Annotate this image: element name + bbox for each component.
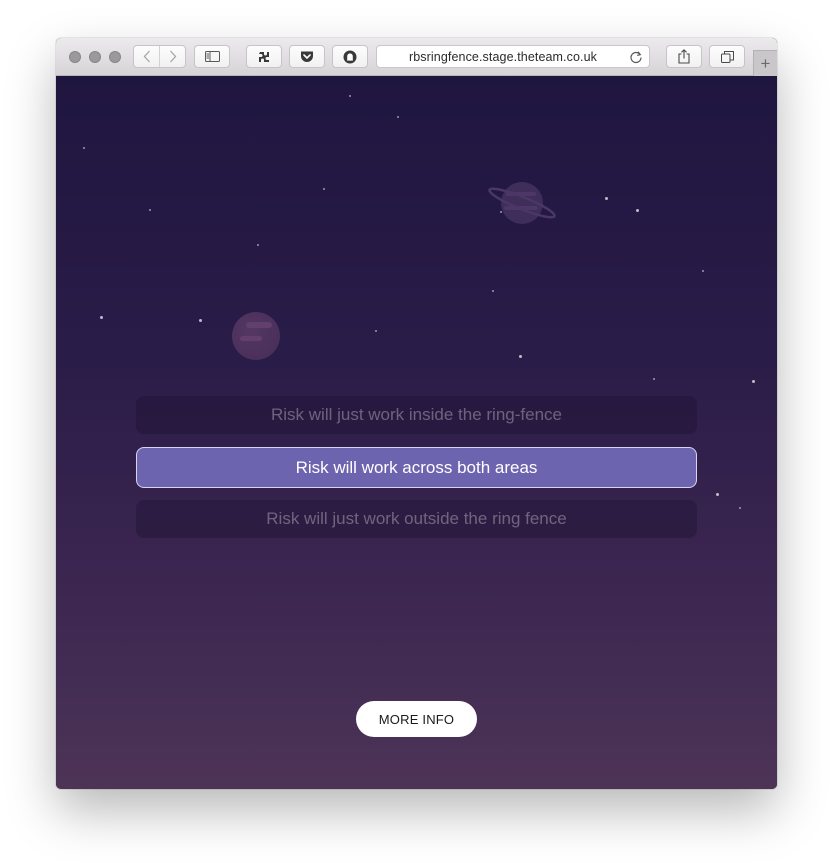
star-decoration — [752, 380, 755, 383]
star-decoration — [716, 493, 719, 496]
close-icon[interactable] — [69, 51, 81, 63]
star-decoration — [83, 147, 85, 149]
star-decoration — [702, 270, 704, 272]
page-content: Risk will just work inside the ring-fenc… — [56, 76, 777, 789]
share-icon — [678, 49, 690, 64]
star-decoration — [653, 378, 655, 380]
star-decoration — [492, 290, 494, 292]
star-decoration — [636, 209, 639, 212]
star-decoration — [100, 316, 103, 319]
ghostery-button[interactable] — [332, 45, 368, 68]
star-decoration — [375, 330, 377, 332]
zoom-icon[interactable] — [109, 51, 121, 63]
share-button[interactable] — [666, 45, 702, 68]
back-icon — [143, 50, 150, 63]
star-decoration — [739, 507, 741, 509]
minimize-icon[interactable] — [89, 51, 101, 63]
reload-icon[interactable] — [629, 50, 643, 64]
address-bar[interactable]: rbsringfence.stage.theteam.co.uk — [376, 45, 650, 68]
star-decoration — [257, 244, 259, 246]
forward-button[interactable] — [159, 46, 185, 67]
new-tab-button[interactable]: + — [753, 50, 777, 76]
more-info-button[interactable]: MORE INFO — [356, 701, 477, 737]
sidebar-button[interactable] — [194, 45, 230, 68]
answer-option-inside[interactable]: Risk will just work inside the ring-fenc… — [136, 396, 697, 434]
planet-decoration — [232, 312, 280, 360]
back-button[interactable] — [134, 46, 159, 67]
answer-option-both[interactable]: Risk will work across both areas — [136, 447, 697, 488]
extension-icon — [259, 51, 269, 62]
ghostery-icon — [343, 50, 357, 63]
pocket-button[interactable] — [289, 45, 325, 68]
browser-window: rbsringfence.stage.theteam.co.uk + Risk … — [56, 38, 777, 789]
answer-option-outside[interactable]: Risk will just work outside the ring fen… — [136, 500, 697, 538]
tabs-icon — [720, 50, 734, 63]
star-decoration — [149, 209, 151, 211]
star-decoration — [519, 355, 522, 358]
star-decoration — [605, 197, 608, 200]
url-text: rbsringfence.stage.theteam.co.uk — [408, 49, 598, 64]
history-navigation — [133, 45, 186, 68]
star-decoration — [397, 116, 399, 118]
new-tab-icon: + — [760, 54, 771, 73]
star-decoration — [349, 95, 351, 97]
ringed-planet-decoration — [488, 182, 556, 224]
extension-button[interactable] — [246, 45, 282, 68]
forward-icon — [169, 50, 176, 63]
star-decoration — [199, 319, 202, 322]
star-decoration — [323, 188, 325, 190]
browser-toolbar: rbsringfence.stage.theteam.co.uk + — [56, 38, 777, 76]
sidebar-icon — [204, 51, 220, 62]
pocket-icon — [301, 51, 313, 62]
tabs-button[interactable] — [709, 45, 745, 68]
